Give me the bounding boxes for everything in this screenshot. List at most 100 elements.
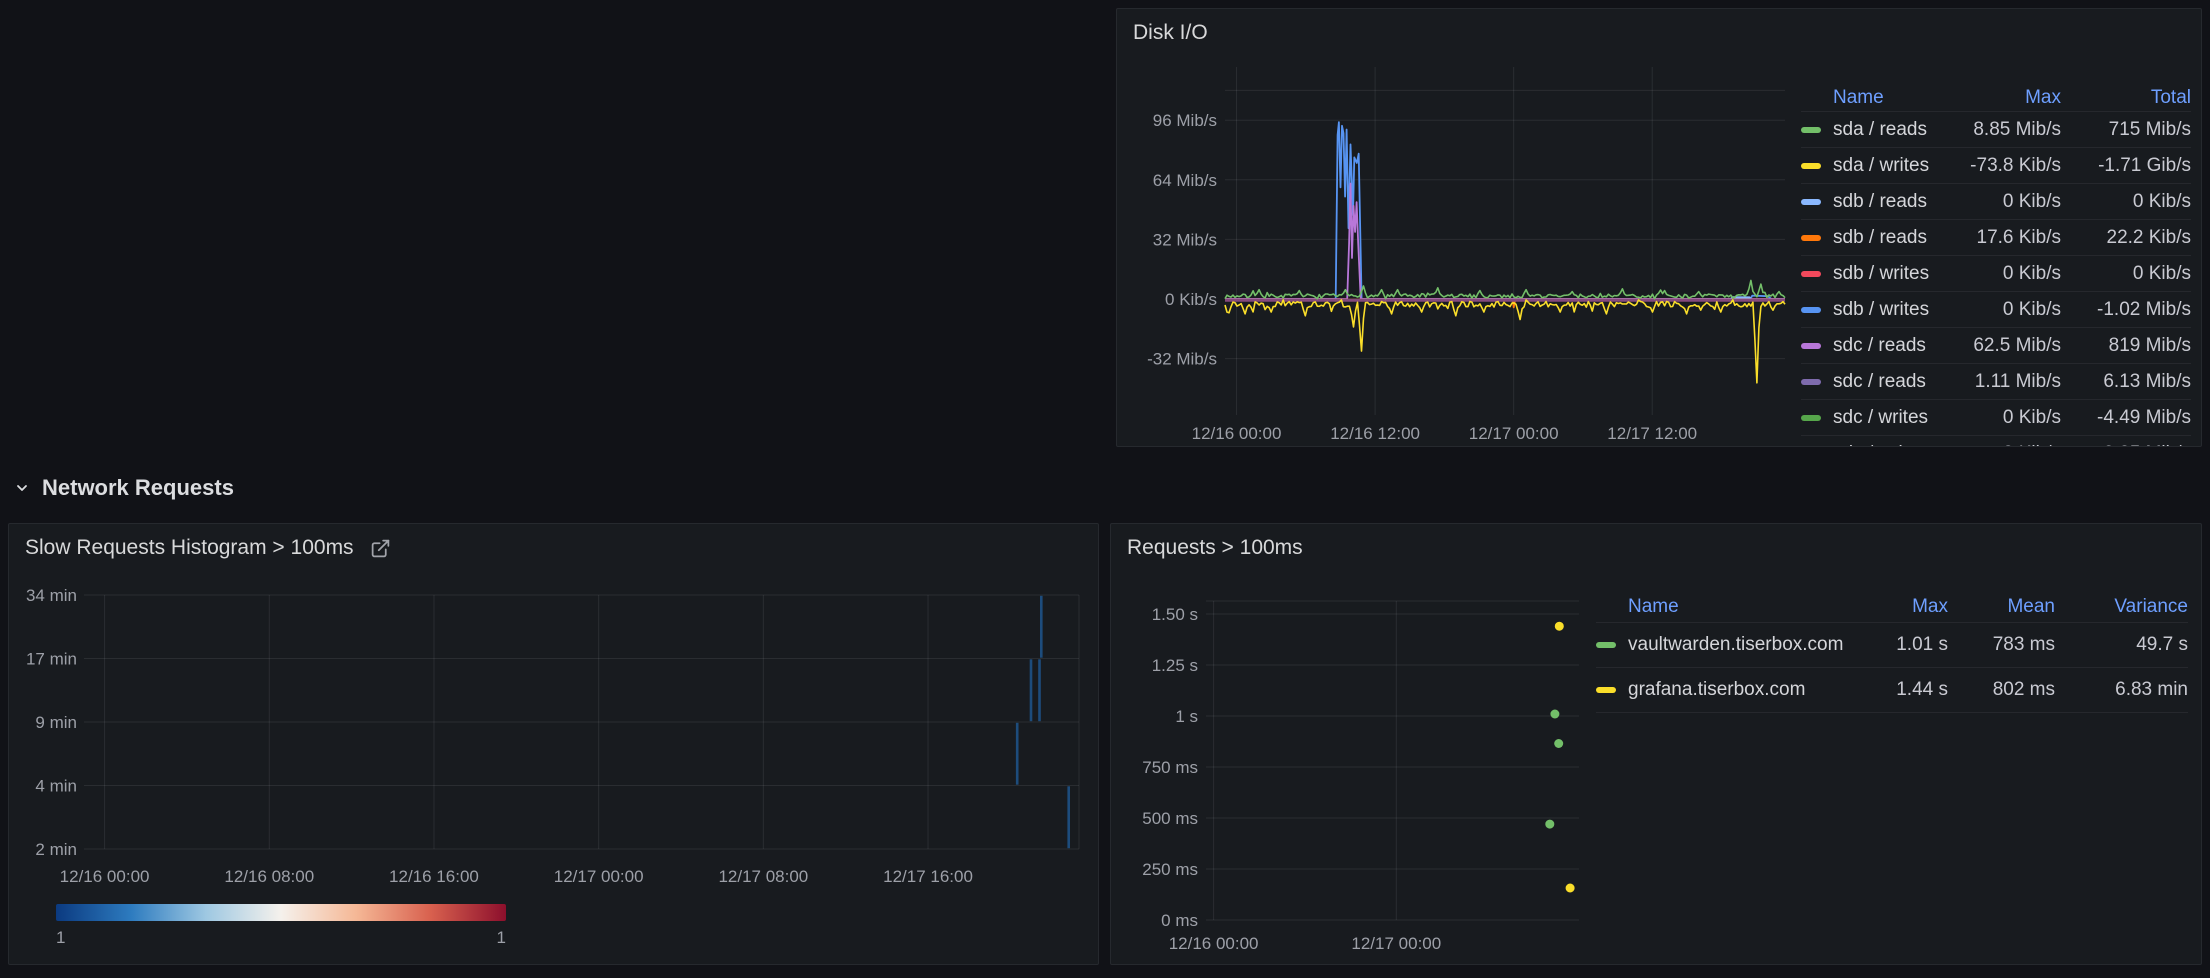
- series-line: [1225, 280, 1785, 298]
- legend-value-variance: 49.7 s: [2055, 634, 2188, 656]
- series-color-swatch: [1801, 343, 1821, 349]
- legend-series-cell[interactable]: sdb / reads: [1801, 227, 1936, 249]
- y-tick-label: 9 min: [35, 713, 77, 732]
- legend-row[interactable]: sdb / writes0 Kib/s0 Kib/s: [1801, 256, 2191, 292]
- legend-value-total: 819 Mib/s: [2061, 335, 2191, 357]
- legend-header-row: NameMaxTotal: [1801, 85, 2191, 112]
- x-tick-label: 12/16 00:00: [1169, 934, 1259, 953]
- legend-header-name[interactable]: Name: [1801, 87, 1936, 109]
- legend-row[interactable]: sda / writes-73.8 Kib/s-1.71 Gib/s: [1801, 148, 2191, 184]
- heatmap-cell: [1038, 659, 1041, 721]
- dashboard-row-network-requests[interactable]: Network Requests: [8, 460, 234, 516]
- legend-value-max: 8.85 Mib/s: [1936, 119, 2061, 141]
- legend-series-name: grafana.tiserbox.com: [1628, 679, 1805, 701]
- panel-title-requests[interactable]: Requests > 100ms: [1127, 536, 1303, 560]
- legend-row[interactable]: sdc / reads1.11 Mib/s6.13 Mib/s: [1801, 364, 2191, 400]
- legend-series-name: vaultwarden.tiserbox.com: [1628, 634, 1843, 656]
- dashboard-canvas: Disk I/O 96 Mib/s64 Mib/s32 Mib/s0 Kib/s…: [0, 0, 2210, 978]
- legend-row[interactable]: sdc / writes0 Kib/s-4.49 Mib/s: [1801, 400, 2191, 436]
- y-tick-label: 1 s: [1175, 707, 1198, 726]
- y-tick-label: 500 ms: [1142, 809, 1198, 828]
- legend-header-name[interactable]: Name: [1596, 596, 1848, 618]
- y-tick-label: -32 Mib/s: [1147, 350, 1217, 369]
- legend-value-max: -73.8 Kib/s: [1936, 155, 2061, 177]
- legend-row[interactable]: sdc / reads 62.5 Mib/s819 Mib/s: [1801, 328, 2191, 364]
- legend-row[interactable]: vaultwarden.tiserbox.com1.01 s783 ms49.7…: [1596, 623, 2188, 668]
- series-line: [1225, 184, 1785, 300]
- legend-series-cell[interactable]: grafana.tiserbox.com: [1596, 679, 1848, 701]
- legend-value-max: 0 Kib/s: [1936, 299, 2061, 321]
- series-color-swatch: [1801, 199, 1821, 205]
- legend-header-mean[interactable]: Mean: [1948, 596, 2055, 618]
- legend-series-name: sdc / reads: [1833, 371, 1926, 393]
- legend-value-mean: 802 ms: [1948, 679, 2055, 701]
- legend-value-max: 1.01 s: [1848, 634, 1948, 656]
- panel-title-slow-requests[interactable]: Slow Requests Histogram > 100ms: [25, 536, 391, 560]
- heatmap-cell: [1030, 659, 1033, 721]
- x-tick-label: 12/17 00:00: [554, 867, 644, 886]
- x-tick-label: 12/16 12:00: [1330, 424, 1420, 443]
- x-tick-label: 12/16 08:00: [224, 867, 314, 886]
- y-tick-label: 0 ms: [1161, 911, 1198, 930]
- legend-value-total: -1.71 Gib/s: [2061, 155, 2191, 177]
- legend-series-cell[interactable]: sda / writes: [1801, 155, 1936, 177]
- series-line: [1225, 122, 1785, 299]
- legend-series-cell[interactable]: sdc / reads: [1801, 335, 1936, 357]
- requests-legend-table: NameMaxMeanVariancevaultwarden.tiserbox.…: [1596, 591, 2188, 713]
- series-color-swatch: [1596, 642, 1616, 648]
- y-tick-label: 1.50 s: [1152, 605, 1198, 624]
- series-color-swatch: [1596, 687, 1616, 693]
- legend-row[interactable]: sda / reads8.85 Mib/s715 Mib/s: [1801, 112, 2191, 148]
- legend-header-max[interactable]: Max: [1936, 87, 2061, 109]
- legend-series-cell[interactable]: sdb / reads: [1801, 191, 1936, 213]
- legend-header-max[interactable]: Max: [1848, 596, 1948, 618]
- legend-series-name: sdc / reads: [1833, 335, 1926, 357]
- legend-value-variance: 6.83 min: [2055, 679, 2188, 701]
- y-tick-label: 32 Mib/s: [1153, 230, 1217, 249]
- heatmap-cell: [1016, 723, 1019, 785]
- legend-row[interactable]: sdb / reads0 Kib/s0 Kib/s: [1801, 184, 2191, 220]
- legend-series-name: sdc / writes: [1833, 407, 1928, 429]
- legend-row[interactable]: sdc / writes0 Kib/s-2.05 Mib/s: [1801, 436, 2191, 447]
- legend-series-cell[interactable]: sda / reads: [1801, 119, 1936, 141]
- y-tick-label: 4 min: [35, 777, 77, 796]
- series-color-swatch: [1801, 163, 1821, 169]
- legend-series-cell[interactable]: sdc / writes: [1801, 443, 1936, 448]
- legend-header-variance[interactable]: Variance: [2055, 596, 2188, 618]
- legend-series-cell[interactable]: sdc / writes: [1801, 407, 1936, 429]
- legend-series-cell[interactable]: sdb / writes: [1801, 299, 1936, 321]
- legend-value-total: 0 Kib/s: [2061, 191, 2191, 213]
- legend-row[interactable]: sdb / reads17.6 Kib/s22.2 Kib/s: [1801, 220, 2191, 256]
- legend-value-max: 0 Kib/s: [1936, 443, 2061, 448]
- x-tick-label: 12/16 00:00: [60, 867, 150, 886]
- disk-io-legend-table: NameMaxTotalsda / reads8.85 Mib/s715 Mib…: [1801, 85, 2191, 447]
- scatter-point: [1545, 820, 1554, 829]
- external-link-icon[interactable]: [370, 538, 391, 559]
- legend-series-name: sdb / writes: [1833, 299, 1929, 321]
- legend-value-total: -1.02 Mib/s: [2061, 299, 2191, 321]
- legend-series-cell[interactable]: sdc / reads: [1801, 371, 1936, 393]
- series-line: [1225, 300, 1785, 383]
- legend-series-name: sdc / writes: [1833, 443, 1928, 448]
- series-color-swatch: [1801, 127, 1821, 133]
- panel-title-disk-io[interactable]: Disk I/O: [1133, 21, 1208, 45]
- legend-value-max: 0 Kib/s: [1936, 191, 2061, 213]
- slow-requests-heatmap[interactable]: 34 min17 min9 min4 min2 min12/16 00:0012…: [9, 524, 1099, 965]
- series-color-swatch: [1801, 307, 1821, 313]
- legend-row[interactable]: grafana.tiserbox.com1.44 s802 ms6.83 min: [1596, 668, 2188, 713]
- legend-header-row: NameMaxMeanVariance: [1596, 591, 2188, 623]
- legend-header-total[interactable]: Total: [2061, 87, 2191, 109]
- legend-series-cell[interactable]: vaultwarden.tiserbox.com: [1596, 634, 1848, 656]
- y-tick-label: 750 ms: [1142, 758, 1198, 777]
- x-tick-label: 12/17 08:00: [718, 867, 808, 886]
- legend-value-total: -4.49 Mib/s: [2061, 407, 2191, 429]
- scatter-point: [1554, 739, 1563, 748]
- series-color-swatch: [1801, 271, 1821, 277]
- legend-row[interactable]: sdb / writes 0 Kib/s-1.02 Mib/s: [1801, 292, 2191, 328]
- panel-title-text: Disk I/O: [1133, 21, 1208, 45]
- legend-series-cell[interactable]: sdb / writes: [1801, 263, 1936, 285]
- legend-value-max: 0 Kib/s: [1936, 263, 2061, 285]
- legend-value-max: 17.6 Kib/s: [1936, 227, 2061, 249]
- y-tick-label: 96 Mib/s: [1153, 111, 1217, 130]
- legend-value-max: 62.5 Mib/s: [1936, 335, 2061, 357]
